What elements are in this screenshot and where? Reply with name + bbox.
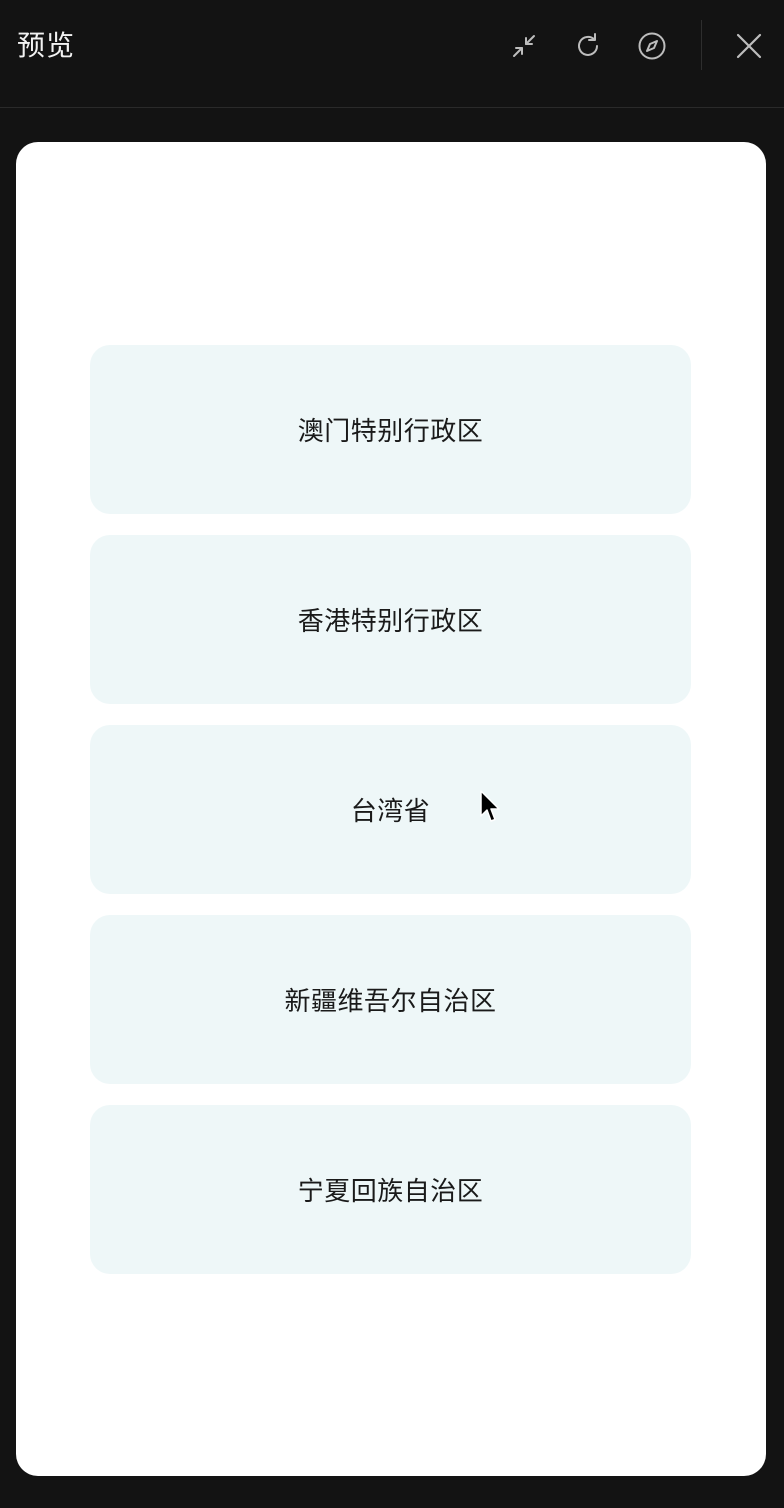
- toolbar-divider: [701, 20, 702, 70]
- refresh-icon: [573, 31, 603, 61]
- window-title: 预览: [17, 29, 76, 62]
- list-item-macau[interactable]: 澳门特别行政区: [90, 345, 691, 514]
- compass-button[interactable]: [634, 28, 670, 64]
- preview-panel: 澳门特别行政区 香港特别行政区 台湾省 新疆维吾尔自治区 宁夏回族自治区: [16, 142, 766, 1476]
- list-item-label: 台湾省: [350, 797, 431, 827]
- list-item-label: 香港特别行政区: [297, 607, 484, 637]
- region-list: 澳门特别行政区 香港特别行政区 台湾省 新疆维吾尔自治区 宁夏回族自治区: [90, 345, 691, 1295]
- close-icon: [735, 32, 763, 60]
- close-button[interactable]: [731, 28, 767, 64]
- list-item-ningxia[interactable]: 宁夏回族自治区: [90, 1105, 691, 1274]
- list-item-hong-kong[interactable]: 香港特别行政区: [90, 535, 691, 704]
- list-item-taiwan[interactable]: 台湾省: [90, 725, 691, 894]
- mouse-pointer-icon: [480, 790, 502, 824]
- refresh-button[interactable]: [570, 28, 606, 64]
- list-item-label: 新疆维吾尔自治区: [284, 987, 497, 1017]
- list-item-xinjiang[interactable]: 新疆维吾尔自治区: [90, 915, 691, 1084]
- list-item-label: 澳门特别行政区: [297, 417, 484, 447]
- compass-icon: [636, 30, 668, 62]
- list-item-label: 宁夏回族自治区: [297, 1177, 484, 1207]
- collapse-button[interactable]: [506, 28, 542, 64]
- collapse-icon: [510, 32, 538, 60]
- title-bar: 预览: [0, 0, 784, 108]
